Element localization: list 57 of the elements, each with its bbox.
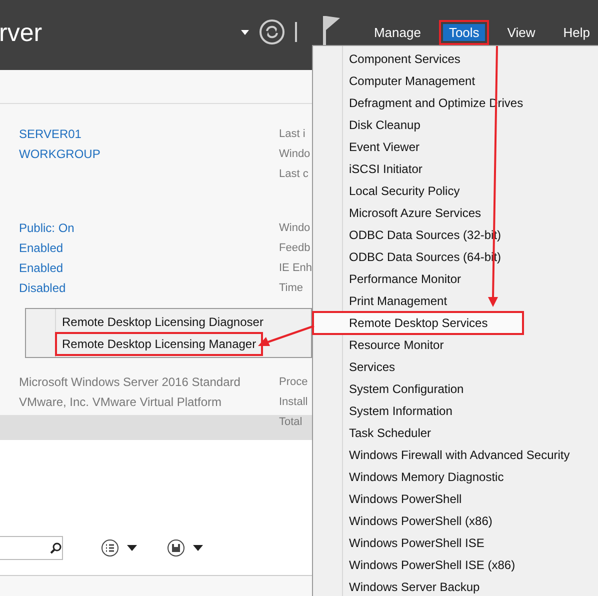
property-value[interactable]: Disabled bbox=[19, 278, 279, 298]
menu-item[interactable]: Remote Desktop Licensing Manager bbox=[56, 333, 262, 355]
menu-item[interactable]: Remote Desktop Licensing Diagnoser bbox=[26, 311, 264, 333]
menu-item[interactable]: Windows PowerShell ISE (x86) bbox=[313, 554, 598, 576]
menu-item[interactable]: Manage bbox=[364, 20, 431, 44]
property-value[interactable]: Public: On bbox=[19, 218, 279, 238]
menu-item[interactable]: Local Security Policy bbox=[313, 180, 598, 202]
save-icon[interactable] bbox=[167, 539, 185, 557]
property-label: Install bbox=[279, 395, 309, 410]
menu-item[interactable]: Event Viewer bbox=[313, 136, 598, 158]
caret-icon[interactable] bbox=[240, 30, 249, 34]
menu-item[interactable]: Disk Cleanup bbox=[313, 114, 598, 136]
property-label: Feedb bbox=[279, 241, 312, 256]
menu-item[interactable]: Print Management bbox=[313, 290, 598, 312]
menu-item[interactable]: Microsoft Azure Services bbox=[313, 202, 598, 224]
menu-item[interactable]: Windows Server Backup bbox=[313, 576, 598, 596]
caret-icon[interactable] bbox=[127, 545, 137, 551]
property-label: Windo bbox=[279, 221, 312, 236]
menu-item[interactable]: Windows PowerShell ISE bbox=[313, 532, 598, 554]
separator-icon bbox=[294, 22, 298, 42]
menu-item[interactable]: Computer Management bbox=[313, 70, 598, 92]
menu-item[interactable]: Remote Desktop Services bbox=[313, 312, 523, 334]
window-title: rver bbox=[0, 18, 42, 48]
property-value: VMware, Inc. VMware Virtual Platform bbox=[19, 394, 223, 411]
menu-item[interactable]: iSCSI Initiator bbox=[313, 158, 598, 180]
property-label: Windo bbox=[279, 147, 312, 162]
flag-icon[interactable] bbox=[322, 16, 340, 48]
search-field[interactable] bbox=[0, 536, 63, 560]
property-label: Time bbox=[279, 281, 304, 296]
property-value[interactable]: Enabled bbox=[19, 258, 279, 278]
property-label: Proce bbox=[279, 375, 309, 390]
menu-item[interactable]: Performance Monitor bbox=[313, 268, 598, 290]
refresh-icon[interactable] bbox=[258, 19, 285, 45]
property-value[interactable]: SERVER01 bbox=[19, 124, 279, 144]
list-icon[interactable] bbox=[101, 539, 119, 557]
menu-item[interactable]: Resource Monitor bbox=[313, 334, 598, 356]
property-value: Microsoft Windows Server 2016 Standard bbox=[19, 374, 242, 391]
menu-item[interactable]: Task Scheduler bbox=[313, 422, 598, 444]
property-label: Last i bbox=[279, 127, 306, 142]
menu-item[interactable]: Help bbox=[553, 20, 598, 44]
property-label: Total bbox=[279, 415, 304, 430]
menu-item[interactable]: System Information bbox=[313, 400, 598, 422]
caret-icon[interactable] bbox=[193, 545, 203, 551]
menu-item[interactable]: Windows PowerShell bbox=[313, 488, 598, 510]
menu-item[interactable]: Services bbox=[313, 356, 598, 378]
menu-item[interactable]: View bbox=[497, 20, 546, 44]
menu-item[interactable]: Windows Memory Diagnostic bbox=[313, 466, 598, 488]
property-value[interactable]: Enabled bbox=[19, 238, 279, 258]
menu-item[interactable]: Windows Firewall with Advanced Security bbox=[313, 444, 598, 466]
menu-item[interactable]: Windows PowerShell (x86) bbox=[313, 510, 598, 532]
search-icon bbox=[50, 542, 62, 554]
menu-item[interactable]: Tools bbox=[438, 20, 490, 44]
menu-item[interactable]: System Configuration bbox=[313, 378, 598, 400]
property-value[interactable]: WORKGROUP bbox=[19, 144, 279, 164]
menu-item[interactable]: Component Services bbox=[313, 48, 598, 70]
property-label: IE Enh bbox=[279, 261, 312, 276]
property-label: Last c bbox=[279, 167, 310, 182]
